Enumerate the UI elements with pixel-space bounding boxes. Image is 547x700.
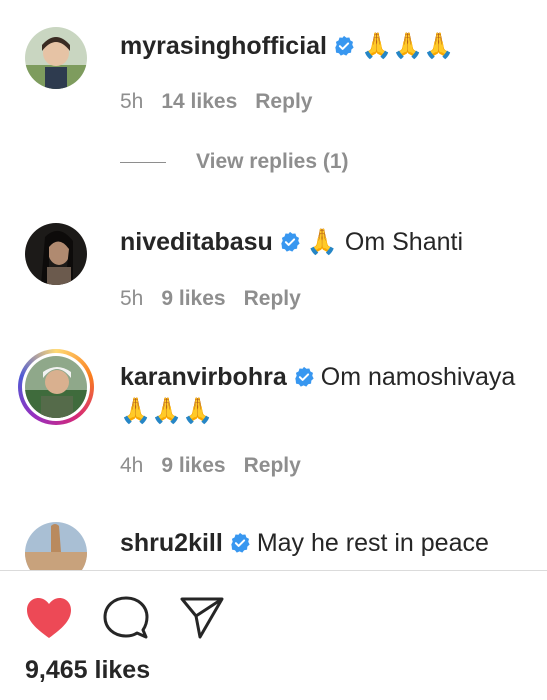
comment-meta: 4h 9 likes Reply [120, 454, 301, 478]
replies-divider-line [120, 161, 166, 163]
comment-time: 5h [120, 287, 144, 310]
verified-badge-icon [231, 532, 250, 553]
comment-text: shru2kill May he rest in peace [120, 526, 529, 560]
comment-body: 🙏 Om Shanti [306, 228, 464, 256]
comment-text: myrasinghofficial 🙏🙏🙏 [120, 29, 529, 63]
reply-button[interactable]: Reply [244, 287, 301, 311]
comment-likes[interactable]: 9 likes [161, 454, 225, 478]
comment-body: 🙏🙏🙏 [361, 32, 455, 60]
section-divider [0, 570, 547, 571]
avatar[interactable] [25, 522, 87, 570]
comment-text: niveditabasu 🙏 Om Shanti [120, 225, 529, 259]
avatar[interactable] [25, 27, 87, 89]
paper-plane-icon[interactable] [179, 596, 225, 645]
comment-meta: 5h 14 likes Reply [120, 90, 312, 114]
verified-badge-icon [281, 231, 300, 252]
comment-body: May he rest in peace [256, 529, 489, 557]
comment-likes[interactable]: 14 likes [161, 90, 237, 114]
comment-likes[interactable]: 9 likes [161, 287, 225, 311]
verified-badge-icon [335, 35, 354, 56]
comment-time: 4h [120, 454, 144, 477]
comment-username[interactable]: shru2kill [120, 529, 223, 557]
reply-button[interactable]: Reply [255, 90, 312, 114]
comment-time: 5h [120, 90, 144, 113]
post-action-bar [25, 596, 225, 645]
view-replies-label: View replies (1) [196, 150, 349, 173]
comment-username[interactable]: karanvirbohra [120, 363, 287, 391]
heart-icon[interactable] [25, 596, 73, 645]
likes-count[interactable]: 9,465 likes [25, 656, 150, 685]
comment-text: karanvirbohra Om namoshivaya 🙏🙏🙏 [120, 360, 529, 428]
comment-username[interactable]: niveditabasu [120, 228, 273, 256]
avatar-story-ring[interactable] [18, 349, 94, 425]
comment-username[interactable]: myrasinghofficial [120, 32, 327, 60]
reply-button[interactable]: Reply [244, 454, 301, 478]
avatar [25, 356, 87, 418]
verified-badge-icon [295, 366, 314, 387]
comment-meta: 5h 9 likes Reply [120, 287, 301, 311]
comments-list: myrasinghofficial 🙏🙏🙏 5h 14 likes Reply V… [0, 0, 547, 570]
view-replies-button[interactable]: View replies (1) [120, 150, 349, 174]
comment-bubble-icon[interactable] [103, 596, 149, 645]
avatar-ring-gap [22, 353, 90, 421]
avatar[interactable] [25, 223, 87, 285]
